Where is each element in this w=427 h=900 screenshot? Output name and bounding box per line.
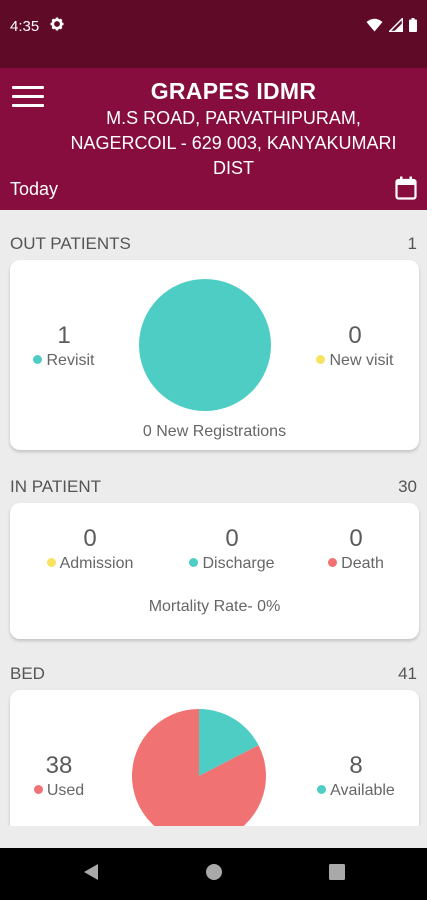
signal-icon bbox=[389, 18, 403, 32]
bed-total: 41 bbox=[398, 664, 417, 683]
available-beds-stat: 8 Available bbox=[306, 752, 406, 800]
yellow-dot-icon bbox=[46, 558, 56, 567]
mortality-rate-text: Mortality Rate- 0% bbox=[148, 598, 281, 615]
clinic-address-line-1: M.S ROAD, PARVATHIPURAM, bbox=[106, 108, 361, 128]
red-dot-icon bbox=[328, 558, 338, 567]
available-beds-label: Available bbox=[330, 782, 395, 799]
clinic-address-line-3: DIST bbox=[212, 158, 254, 178]
outpatients-total: 1 bbox=[407, 234, 417, 253]
teal-dot-icon bbox=[33, 355, 43, 364]
battery-icon bbox=[409, 18, 417, 32]
calendar-icon[interactable] bbox=[395, 176, 417, 205]
inpatient-card[interactable]: 0 Admission 0 Discharge 0 Death Mortalit… bbox=[10, 503, 419, 639]
red-dot-icon bbox=[33, 785, 43, 794]
used-beds-label: Used bbox=[46, 782, 85, 799]
teal-dot-icon bbox=[317, 785, 327, 794]
system-navigation-bar bbox=[0, 848, 427, 900]
bed-heading: BED bbox=[10, 664, 45, 683]
discharge-label: Discharge bbox=[202, 555, 275, 572]
revisit-stat: 1 Revisit bbox=[10, 322, 118, 370]
status-bar: 4:35 bbox=[0, 0, 427, 68]
clinic-info: GRAPES IDMR M.S ROAD, PARVATHIPURAM, NAG… bbox=[50, 78, 417, 180]
discharge-stat: 0 Discharge bbox=[166, 525, 298, 573]
bed-card[interactable]: 38 Used 8 Available bbox=[10, 690, 419, 826]
used-beds-count: 38 bbox=[45, 752, 73, 779]
new-visit-label: New visit bbox=[329, 352, 394, 369]
outpatients-card[interactable]: 1 Revisit 0 New visit 0 New Registration… bbox=[10, 260, 419, 450]
death-count: 0 bbox=[349, 525, 363, 552]
pie-slice-revisit bbox=[139, 279, 271, 411]
revisit-label: Revisit bbox=[46, 352, 95, 369]
yellow-dot-icon bbox=[316, 355, 326, 364]
admission-count: 0 bbox=[83, 525, 97, 552]
available-beds-count: 8 bbox=[349, 752, 363, 779]
clinic-address-line-2: NAGERCOIL - 629 003, KANYAKUMARI bbox=[70, 133, 397, 153]
death-stat: 0 Death bbox=[306, 525, 406, 573]
hamburger-menu-icon[interactable] bbox=[12, 86, 44, 110]
recents-square-icon[interactable] bbox=[328, 862, 346, 882]
outpatients-pie-chart bbox=[139, 279, 271, 411]
dashboard-content[interactable]: OUT PATIENTS 1 1 Revisit 0 New visit 0 N… bbox=[0, 210, 427, 826]
date-filter-label[interactable]: Today bbox=[10, 179, 58, 200]
revisit-count: 1 bbox=[57, 322, 71, 349]
inpatient-total: 30 bbox=[398, 477, 417, 496]
back-triangle-icon[interactable] bbox=[82, 862, 100, 882]
status-time: 4:35 bbox=[10, 18, 40, 35]
admission-label: Admission bbox=[59, 555, 134, 572]
bed-pie-chart bbox=[132, 709, 266, 826]
pie-slice-used bbox=[132, 709, 266, 826]
teal-dot-icon bbox=[189, 558, 199, 567]
home-circle-icon[interactable] bbox=[204, 862, 224, 882]
inpatient-heading: IN PATIENT bbox=[10, 477, 101, 496]
admission-stat: 0 Admission bbox=[24, 525, 156, 573]
new-visit-count: 0 bbox=[348, 322, 362, 349]
discharge-count: 0 bbox=[225, 525, 239, 552]
outpatients-heading: OUT PATIENTS bbox=[10, 234, 131, 253]
used-beds-stat: 38 Used bbox=[24, 752, 94, 800]
gear-icon bbox=[50, 17, 64, 35]
new-registrations-text: 0 New Registrations bbox=[142, 423, 287, 440]
app-header: GRAPES IDMR M.S ROAD, PARVATHIPURAM, NAG… bbox=[0, 68, 427, 210]
outpatients-section-header: OUT PATIENTS 1 bbox=[10, 234, 417, 254]
death-label: Death bbox=[341, 555, 384, 572]
clinic-name: GRAPES IDMR bbox=[150, 78, 317, 104]
wifi-icon bbox=[366, 18, 383, 32]
bed-section-header: BED 41 bbox=[10, 664, 417, 684]
new-visit-stat: 0 New visit bbox=[300, 322, 410, 370]
inpatient-section-header: IN PATIENT 30 bbox=[10, 477, 417, 497]
